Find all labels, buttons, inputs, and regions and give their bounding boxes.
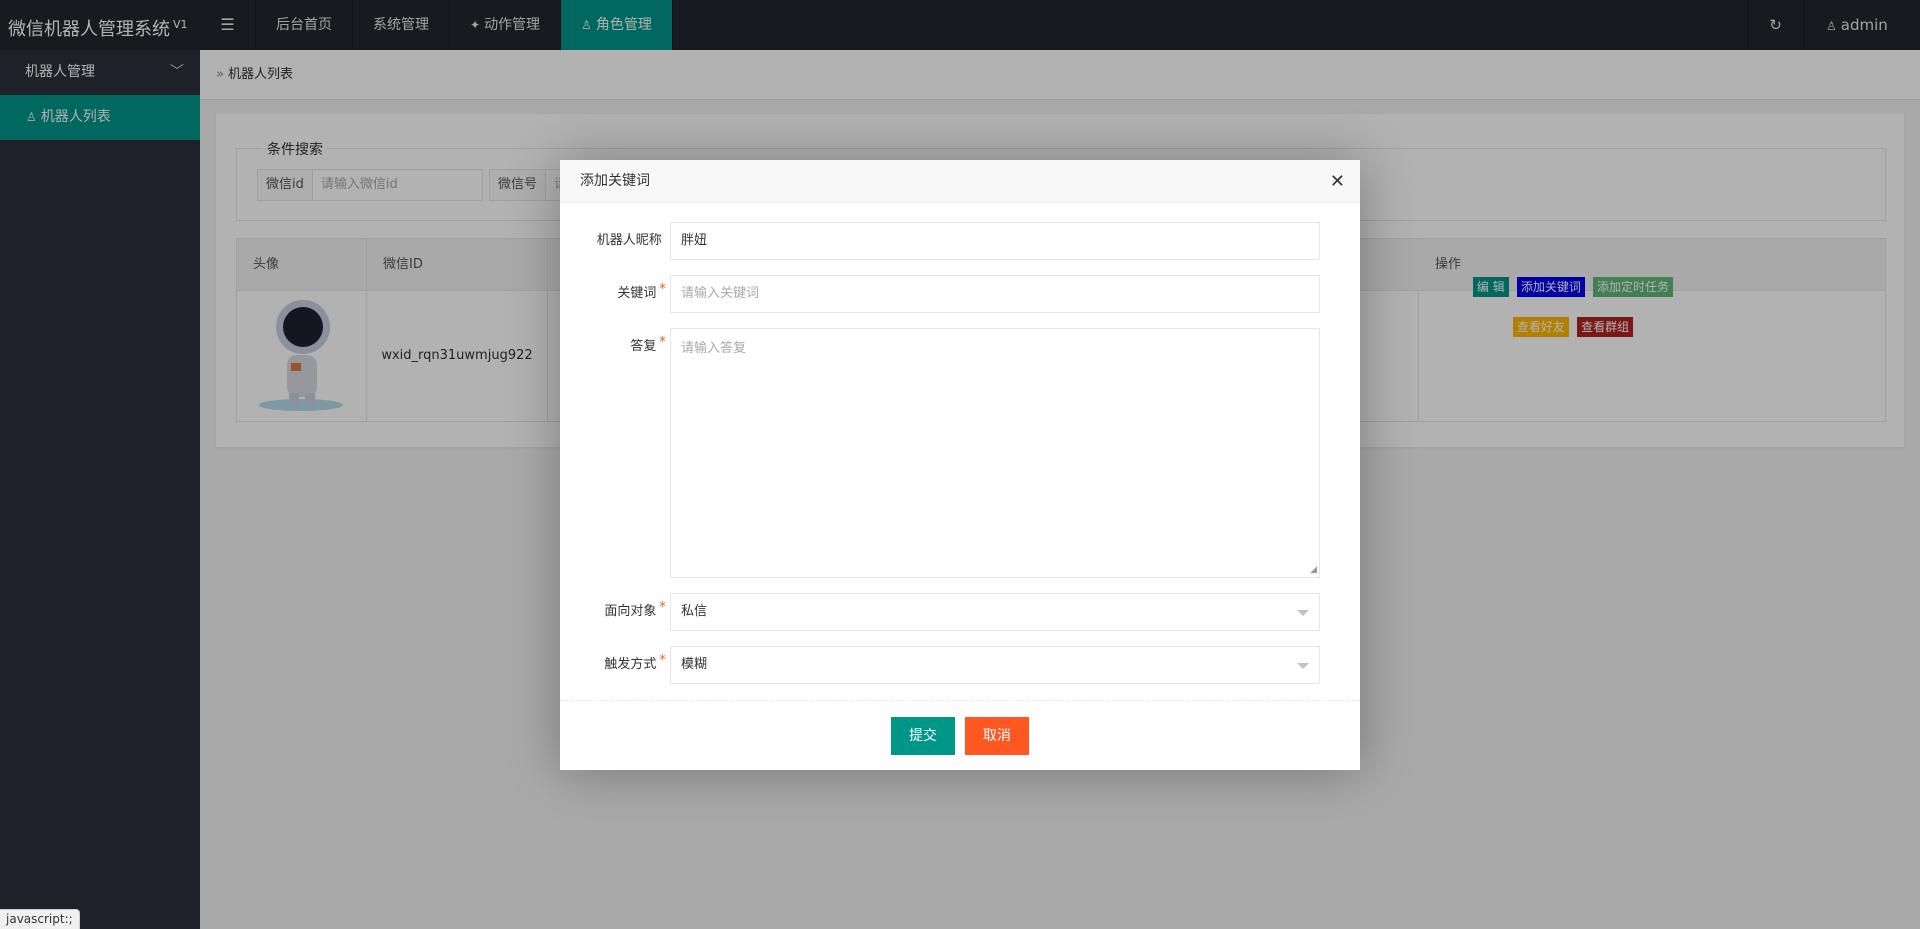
resize-handle-icon[interactable]: ◢ [1310,565,1317,575]
dropdown-arrow-icon [1297,610,1309,616]
dialog-header: 添加关键词 ✕ [560,160,1360,203]
dialog-footer: 提交 取消 [560,700,1360,770]
dialog-title: 添加关键词 [580,173,650,189]
submit-button[interactable]: 提交 [891,717,955,755]
reply-textarea[interactable]: 请输入答复 ◢ [670,328,1320,578]
form-row-trigger: 触发方式 * 模糊 [560,646,1360,684]
form-row-reply: 答复 * 请输入答复 ◢ [560,328,1360,578]
close-icon[interactable]: ✕ [1330,160,1345,203]
target-select[interactable]: 私信 [670,593,1320,631]
form-row-nickname: 机器人昵称 胖妞 [560,222,1360,260]
form-row-target: 面向对象 * 私信 [560,593,1360,631]
trigger-select[interactable]: 模糊 [670,646,1320,684]
trigger-label: 触发方式 * [604,653,666,672]
keyword-input[interactable]: 请输入关键词 [670,275,1320,313]
dropdown-arrow-icon [1297,663,1309,669]
nickname-label: 机器人昵称 [596,233,662,248]
keyword-label: 关键词 * [617,282,666,301]
add-keyword-dialog: 添加关键词 ✕ 机器人昵称 胖妞 关键词 * 请输入关键词 答复 * 请输入答复 ◢… [560,160,1360,770]
reply-label: 答复 * [630,335,666,354]
status-bar: javascript:; [0,909,80,929]
cancel-button[interactable]: 取消 [965,717,1029,755]
nickname-input[interactable]: 胖妞 [670,222,1320,260]
form-row-keyword: 关键词 * 请输入关键词 [560,275,1360,313]
target-label: 面向对象 * [604,600,666,619]
